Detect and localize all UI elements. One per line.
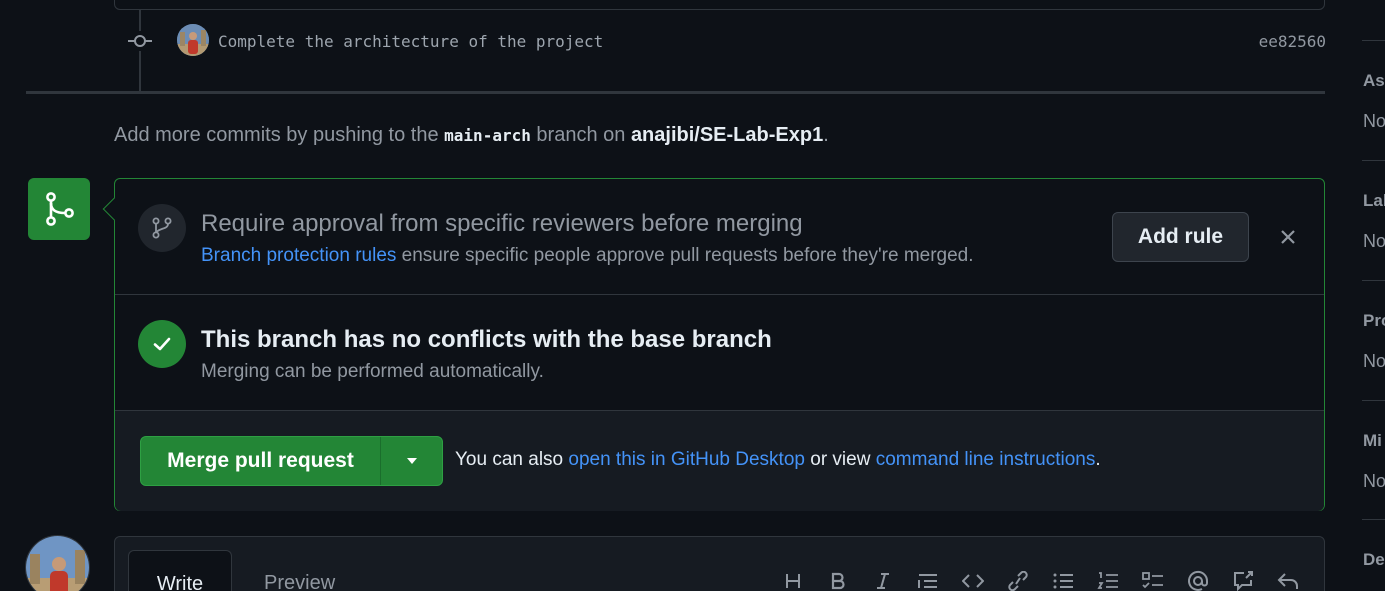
comment-box: Write Preview xyxy=(114,536,1325,591)
commit-author-avatar[interactable] xyxy=(177,24,209,56)
also-prefix: You can also xyxy=(455,449,569,470)
command-line-link[interactable]: command line instructions xyxy=(876,449,1096,470)
sidebar-value-projects: No xyxy=(1363,351,1385,371)
sidebar-value-milestone: No xyxy=(1363,471,1385,491)
push-note-suffix: . xyxy=(823,124,829,146)
user-avatar[interactable] xyxy=(25,535,90,591)
tab-write[interactable]: Write xyxy=(128,550,232,591)
code-icon[interactable] xyxy=(950,568,995,591)
sidebar-value-assignees: No xyxy=(1363,111,1385,131)
merge-action-section: Merge pull request You can also open thi… xyxy=(115,411,1324,511)
commit-icon xyxy=(127,31,153,51)
add-rule-button[interactable]: Add rule xyxy=(1112,212,1249,262)
git-branch-icon xyxy=(138,204,186,252)
reply-icon[interactable] xyxy=(1265,568,1310,591)
also-suffix: . xyxy=(1095,449,1101,470)
conflicts-section: This branch has no conflicts with the ba… xyxy=(115,295,1324,411)
repo-name: anajibi/SE-Lab-Exp1 xyxy=(630,124,824,146)
unordered-list-icon[interactable] xyxy=(1040,568,1085,591)
tab-preview[interactable]: Preview xyxy=(264,572,335,591)
or-view-text: or view xyxy=(804,449,876,470)
cross-reference-icon[interactable] xyxy=(1220,568,1265,591)
conflicts-title: This branch has no conflicts with the ba… xyxy=(201,326,772,353)
push-commits-note: Add more commits by pushing to the main-… xyxy=(114,124,829,147)
sidebar-heading-projects[interactable]: Pro xyxy=(1363,311,1385,331)
commit-message[interactable]: Complete the architecture of the project xyxy=(218,32,603,51)
sidebar-value-labels: No xyxy=(1363,231,1385,251)
sidebar-heading-labels[interactable]: Lab xyxy=(1363,191,1385,211)
sidebar-heading-milestone[interactable]: Mi xyxy=(1363,431,1382,451)
mention-icon[interactable] xyxy=(1175,568,1220,591)
branch-protection-link[interactable]: Branch protection rules xyxy=(201,245,396,266)
timeline-divider xyxy=(26,91,1325,94)
approval-section: Require approval from specific reviewers… xyxy=(115,179,1324,295)
branch-name: main-arch xyxy=(444,126,531,145)
sidebar-heading-assignees[interactable]: Ass xyxy=(1363,71,1385,91)
ordered-list-icon[interactable] xyxy=(1085,568,1130,591)
merge-box: Require approval from specific reviewers… xyxy=(102,178,1325,511)
heading-icon[interactable] xyxy=(770,568,815,591)
check-icon xyxy=(138,320,186,368)
previous-timeline-box xyxy=(114,0,1325,10)
close-icon[interactable] xyxy=(1275,224,1301,250)
commit-row: Complete the architecture of the project… xyxy=(127,24,1327,58)
markdown-toolbar xyxy=(770,568,1310,591)
merge-button-group: Merge pull request xyxy=(140,436,443,486)
merge-options-dropdown[interactable] xyxy=(381,437,442,485)
sidebar-heading-development[interactable]: De xyxy=(1363,550,1385,570)
push-note-prefix: Add more commits by pushing to the xyxy=(114,124,445,146)
italic-icon[interactable] xyxy=(860,568,905,591)
sidebar-divider xyxy=(1362,160,1385,161)
push-note-middle: branch on xyxy=(530,124,631,146)
right-sidebar: Ass No Lab No Pro No Mi No De xyxy=(1362,0,1385,591)
conflicts-subtitle: Merging can be performed automatically. xyxy=(201,361,544,382)
bold-icon[interactable] xyxy=(815,568,860,591)
triangle-down-icon xyxy=(406,458,417,464)
approval-description: Branch protection rules ensure specific … xyxy=(201,245,974,267)
git-merge-icon xyxy=(28,178,90,240)
sidebar-divider xyxy=(1362,400,1385,401)
merge-alternatives-note: You can also open this in GitHub Desktop… xyxy=(455,449,1101,471)
approval-description-text: ensure specific people approve pull requ… xyxy=(396,245,974,266)
quote-icon[interactable] xyxy=(905,568,950,591)
merge-pull-request-button[interactable]: Merge pull request xyxy=(141,437,380,485)
task-list-icon[interactable] xyxy=(1130,568,1175,591)
github-desktop-link[interactable]: open this in GitHub Desktop xyxy=(568,449,805,470)
commit-sha[interactable]: ee82560 xyxy=(1259,32,1326,51)
link-icon[interactable] xyxy=(995,568,1040,591)
sidebar-divider xyxy=(1362,40,1385,41)
sidebar-divider xyxy=(1362,280,1385,281)
sidebar-divider xyxy=(1362,519,1385,520)
approval-title: Require approval from specific reviewers… xyxy=(201,210,803,237)
